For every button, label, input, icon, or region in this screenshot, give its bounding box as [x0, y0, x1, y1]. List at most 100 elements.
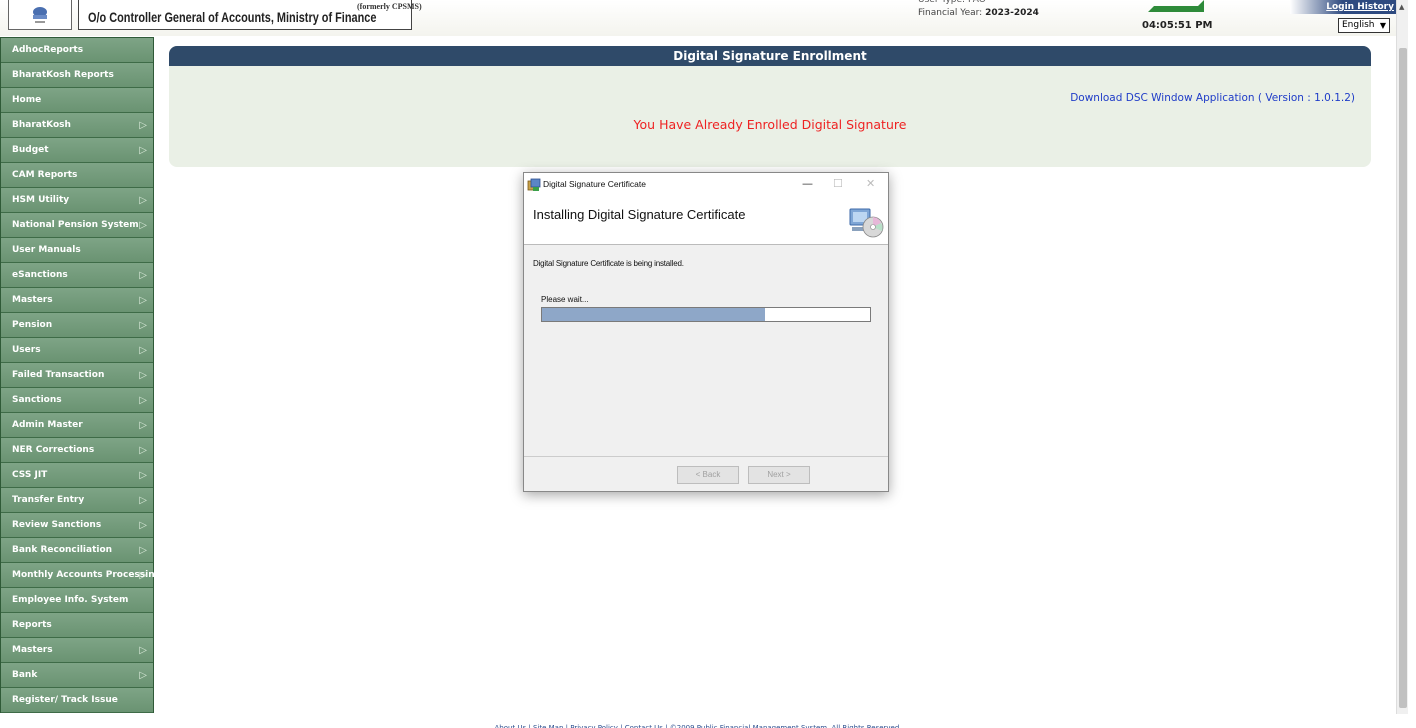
organization-subtitle: (formerly CPSMS) — [357, 2, 422, 11]
sidebar-item-label: CSS JIT — [12, 470, 48, 480]
sidebar-item-label: HSM Utility — [12, 195, 70, 205]
computer-cd-icon — [849, 208, 884, 238]
language-select-value: English — [1342, 20, 1375, 30]
sidebar-item[interactable]: Budget ▷ — [1, 138, 153, 163]
sidebar-item-label: Failed Transaction — [12, 370, 105, 380]
sidebar-item-label: Sanctions — [12, 395, 62, 405]
financial-year: Financial Year: 2023-2024 — [918, 8, 1039, 18]
submenu-arrow-icon: ▷ — [139, 195, 147, 206]
maximize-button[interactable]: ☐ — [833, 177, 843, 190]
progress-fill — [542, 308, 766, 321]
submenu-arrow-icon: ▷ — [139, 645, 147, 656]
install-progress-bar — [541, 307, 871, 322]
sidebar-item[interactable]: Pension ▷ — [1, 313, 153, 338]
sidebar-item-label: Masters — [12, 645, 53, 655]
user-type: User Type: PAO — [918, 0, 986, 5]
sidebar-item[interactable]: Home — [1, 88, 153, 113]
sidebar-menu: AdhocReports BharatKosh Reports Home Bharat… — [0, 37, 161, 713]
sidebar-item[interactable]: BharatKosh ▷ — [1, 113, 153, 138]
sidebar-item-label: Bank Reconciliation — [12, 545, 113, 555]
sidebar-item[interactable]: Review Sanctions ▷ — [1, 513, 153, 538]
sidebar-item-label: eSanctions — [12, 270, 68, 280]
sidebar-item[interactable]: Bank ▷ — [1, 663, 153, 688]
back-button[interactable]: < Back — [677, 466, 739, 484]
sidebar-item[interactable]: eSanctions ▷ — [1, 263, 153, 288]
sidebar-item-label: User Manuals — [12, 245, 81, 255]
sidebar-item-label: Users — [12, 345, 41, 355]
dialog-window-title: Digital Signature Certificate — [543, 179, 646, 189]
language-select[interactable]: English ▼ — [1338, 18, 1390, 33]
emblem-logo — [8, 0, 72, 30]
sidebar-item-label: Pension — [12, 320, 53, 330]
sidebar-item[interactable]: CSS JIT ▷ — [1, 463, 153, 488]
sidebar-item[interactable]: Employee Info. System — [1, 588, 153, 613]
minimize-button[interactable]: — — [802, 177, 813, 190]
scroll-up-icon[interactable]: ▲ — [1399, 3, 1404, 11]
installer-dialog: Digital Signature Certificate — ☐ ✕ Inst… — [523, 172, 889, 492]
submenu-arrow-icon: ▷ — [139, 420, 147, 431]
submenu-arrow-icon: ▷ — [139, 295, 147, 306]
submenu-arrow-icon: ▷ — [139, 145, 147, 156]
sidebar-item[interactable]: Sanctions ▷ — [1, 388, 153, 413]
sidebar-item-label: Home — [12, 95, 42, 105]
page-scrollbar[interactable]: ▲ — [1396, 0, 1408, 714]
sidebar-item-label: Bank — [12, 670, 38, 680]
submenu-arrow-icon: ▷ — [139, 570, 147, 581]
sidebar-item-label: BharatKosh — [12, 120, 71, 130]
sidebar-item[interactable]: Users ▷ — [1, 338, 153, 363]
submenu-arrow-icon: ▷ — [139, 270, 147, 281]
sidebar-item-label: Admin Master — [12, 420, 83, 430]
financial-year-label: Financial Year: — [918, 8, 983, 18]
sidebar-item[interactable]: CAM Reports — [1, 163, 153, 188]
dialog-titlebar[interactable]: Digital Signature Certificate — ☐ ✕ — [524, 173, 888, 197]
organization-banner: O/o Controller General of Accounts, Mini… — [78, 0, 422, 30]
header: O/o Controller General of Accounts, Mini… — [0, 0, 1396, 36]
sidebar-item-label: Employee Info. System — [12, 595, 129, 605]
page: O/o Controller General of Accounts, Mini… — [0, 0, 1416, 728]
sidebar-item-label: CAM Reports — [12, 170, 78, 180]
sidebar-item[interactable]: Admin Master ▷ — [1, 413, 153, 438]
sidebar-item-label: Register/ Track Issue — [12, 695, 118, 705]
dialog-heading: Installing Digital Signature Certificate — [533, 207, 746, 222]
flag-icon — [1148, 0, 1204, 12]
footer-links[interactable]: About Us | Site Map | Privacy Policy | C… — [0, 714, 1396, 728]
install-status-text: Digital Signature Certificate is being i… — [533, 259, 684, 268]
sidebar-item-label: BharatKosh Reports — [12, 70, 114, 80]
sidebar-item[interactable]: Masters ▷ — [1, 288, 153, 313]
submenu-arrow-icon: ▷ — [139, 545, 147, 556]
next-button[interactable]: Next > — [748, 466, 810, 484]
installer-icon — [527, 178, 541, 191]
financial-year-value: 2023-2024 — [985, 8, 1039, 18]
sidebar-item[interactable]: National Pension System ▷ — [1, 213, 153, 238]
submenu-arrow-icon: ▷ — [139, 345, 147, 356]
sidebar-item-label: NER Corrections — [12, 445, 95, 455]
enrollment-panel: Digital Signature Enrollment Download DS… — [169, 46, 1371, 167]
sidebar-item[interactable]: Transfer Entry ▷ — [1, 488, 153, 513]
sidebar-item-label: Transfer Entry — [12, 495, 85, 505]
login-history-link[interactable]: Login History — [1290, 0, 1396, 14]
download-dsc-link[interactable]: Download DSC Window Application ( Versio… — [1070, 92, 1355, 104]
sidebar-item[interactable]: Bank Reconciliation ▷ — [1, 538, 153, 563]
submenu-arrow-icon: ▷ — [139, 520, 147, 531]
sidebar-item-label: Masters — [12, 295, 53, 305]
emblem-icon — [33, 6, 47, 23]
sidebar-item[interactable]: Register/ Track Issue — [1, 688, 153, 713]
sidebar-item[interactable]: AdhocReports — [1, 38, 153, 63]
sidebar-item[interactable]: Monthly Accounts Processing ▷ — [1, 563, 161, 588]
sidebar-item[interactable]: Failed Transaction ▷ — [1, 363, 153, 388]
sidebar-item[interactable]: NER Corrections ▷ — [1, 438, 153, 463]
sidebar-item-label: Budget — [12, 145, 49, 155]
panel-title: Digital Signature Enrollment — [169, 46, 1371, 66]
clock: 04:05:51 PM — [1142, 20, 1213, 31]
sidebar-item[interactable]: HSM Utility ▷ — [1, 188, 153, 213]
sidebar-item[interactable]: Masters ▷ — [1, 638, 153, 663]
scroll-thumb[interactable] — [1399, 48, 1407, 708]
sidebar-item[interactable]: BharatKosh Reports — [1, 63, 153, 88]
chevron-down-icon: ▼ — [1379, 21, 1386, 30]
close-button[interactable]: ✕ — [866, 177, 875, 190]
sidebar-item[interactable]: User Manuals — [1, 238, 153, 263]
sidebar-item[interactable]: Reports — [1, 613, 153, 638]
submenu-arrow-icon: ▷ — [139, 120, 147, 131]
submenu-arrow-icon: ▷ — [139, 495, 147, 506]
submenu-arrow-icon: ▷ — [139, 220, 147, 231]
